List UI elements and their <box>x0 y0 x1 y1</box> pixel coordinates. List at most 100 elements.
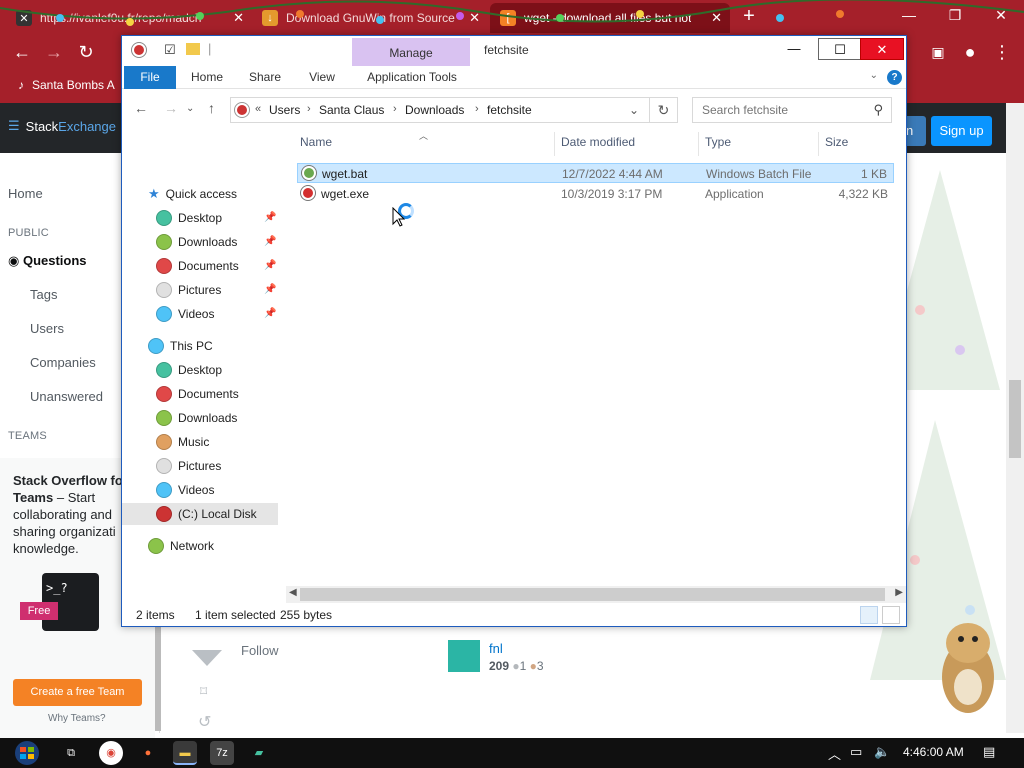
forward-icon[interactable]: → <box>164 100 178 116</box>
tab-ivanlef0u[interactable]: ✕ https://ivanlef0u.fr/repo/madch ✕ <box>6 3 252 33</box>
browser-close-button[interactable]: ✕ <box>978 0 1024 30</box>
tab-home[interactable]: Home <box>182 66 232 89</box>
nav-local-disk[interactable]: (C:) Local Disk <box>122 503 278 525</box>
nav-pc-desktop[interactable]: Desktop <box>156 359 222 381</box>
downvote-icon[interactable] <box>192 650 222 666</box>
column-date-modified[interactable]: Date modified <box>561 135 635 149</box>
close-icon[interactable]: ✕ <box>469 10 480 26</box>
task-view-icon[interactable]: ⧉ <box>59 741 83 765</box>
chevron-down-icon[interactable]: ⌄ <box>870 70 878 81</box>
breadcrumb-users[interactable]: Users <box>269 103 300 117</box>
address-bar[interactable]: « Users › Santa Claus › Downloads › fetc… <box>230 97 650 123</box>
network-tray-icon[interactable]: ▭ <box>850 744 862 760</box>
forward-icon[interactable]: → <box>42 41 66 63</box>
search-icon[interactable]: ⚲ <box>873 102 883 118</box>
signup-button[interactable]: Sign up <box>931 116 992 146</box>
app-icon[interactable] <box>132 43 146 57</box>
nav-pc-videos[interactable]: Videos <box>156 479 214 501</box>
page-scrollbar-thumb[interactable] <box>1009 380 1021 458</box>
nav-unanswered[interactable]: Unanswered <box>30 389 103 404</box>
large-icons-view-icon[interactable] <box>882 606 900 624</box>
search-input[interactable] <box>694 99 862 121</box>
close-icon[interactable]: ✕ <box>711 10 722 26</box>
reload-icon[interactable]: ↻ <box>74 41 98 63</box>
tab-manage[interactable]: Manage <box>352 38 470 66</box>
notepad-icon[interactable]: ▰ <box>247 741 271 765</box>
chrome-icon[interactable]: ◉ <box>99 741 123 765</box>
nav-users[interactable]: Users <box>30 321 64 336</box>
avatar[interactable] <box>448 640 480 672</box>
bookmark-santa-bombs[interactable]: ♪ Santa Bombs A <box>18 78 115 92</box>
column-name[interactable]: Name <box>300 135 332 149</box>
tab-view[interactable]: View <box>298 66 346 89</box>
pin-icon[interactable]: 📌 <box>264 212 276 223</box>
volume-icon[interactable]: 🔈 <box>874 744 890 760</box>
nav-pc-downloads[interactable]: Downloads <box>156 407 237 429</box>
pin-icon[interactable]: 📌 <box>264 284 276 295</box>
nav-qa-documents[interactable]: Documents <box>156 255 239 277</box>
login-button[interactable]: n <box>904 116 926 146</box>
column-divider[interactable] <box>818 132 819 156</box>
chevron-down-icon[interactable]: ⌄ <box>629 103 639 117</box>
nav-qa-downloads[interactable]: Downloads <box>156 231 237 253</box>
horizontal-scrollbar[interactable]: ◀ ▶ <box>286 586 906 603</box>
column-type[interactable]: Type <box>705 135 731 149</box>
properties-icon[interactable]: ☑ <box>164 42 176 58</box>
7zip-icon[interactable]: 7z <box>210 741 234 765</box>
breadcrumb-fetchsite[interactable]: fetchsite <box>487 103 532 117</box>
menu-icon[interactable]: ⋮ <box>990 41 1014 63</box>
create-team-button[interactable]: Create a free Team <box>13 679 142 706</box>
close-icon[interactable]: ✕ <box>233 10 244 26</box>
help-icon[interactable]: ? <box>887 70 902 85</box>
up-icon[interactable]: ↑ <box>208 100 215 116</box>
pin-icon[interactable]: 📌 <box>264 308 276 319</box>
browser-minimize-button[interactable]: — <box>886 0 932 30</box>
nav-quick-access[interactable]: ★ Quick access <box>148 183 237 205</box>
tab-gnuwin[interactable]: ↓ Download GnuWin from Source ✕ <box>252 3 488 33</box>
stackexchange-logo[interactable]: ☰ StackExchange <box>8 118 116 134</box>
maximize-button[interactable]: ☐ <box>818 38 862 60</box>
breadcrumb-santa-claus[interactable]: Santa Claus <box>319 103 384 117</box>
minimize-button[interactable]: — <box>772 38 816 60</box>
system-clock[interactable]: 4:46:00 AM <box>903 745 964 759</box>
tab-wget[interactable]: [ wget - download all files but not ✕ <box>490 3 730 33</box>
scroll-right-icon[interactable]: ▶ <box>895 587 903 598</box>
nav-qa-desktop[interactable]: Desktop <box>156 207 222 229</box>
chevron-right-icon[interactable]: › <box>393 103 397 115</box>
nav-this-pc[interactable]: This PC <box>148 335 213 357</box>
nav-qa-pictures[interactable]: Pictures <box>156 279 221 301</box>
tab-application-tools[interactable]: Application Tools <box>356 66 468 89</box>
history-icon[interactable]: ↺ <box>198 712 211 732</box>
nav-pc-documents[interactable]: Documents <box>156 383 239 405</box>
follow-link[interactable]: Follow <box>241 643 279 658</box>
chevron-right-icon[interactable]: › <box>475 103 479 115</box>
nav-pc-pictures[interactable]: Pictures <box>156 455 221 477</box>
nav-qa-videos[interactable]: Videos <box>156 303 214 325</box>
bookmark-icon[interactable]: ⌑ <box>200 683 207 700</box>
pin-icon[interactable]: 📌 <box>264 260 276 271</box>
new-tab-button[interactable]: + <box>738 5 760 27</box>
chevron-right-icon[interactable]: › <box>307 103 311 115</box>
start-icon[interactable] <box>10 740 44 766</box>
breadcrumb-downloads[interactable]: Downloads <box>405 103 464 117</box>
file-explorer-icon[interactable]: ▬ <box>173 741 197 765</box>
nav-pc-music[interactable]: Music <box>156 431 209 453</box>
column-divider[interactable] <box>554 132 555 156</box>
refresh-button[interactable]: ↻ <box>650 97 678 123</box>
horizontal-scrollbar-thumb[interactable] <box>300 588 885 601</box>
overflow-icon[interactable]: « <box>255 103 261 115</box>
scroll-left-icon[interactable]: ◀ <box>289 587 297 598</box>
recent-locations-icon[interactable]: ⌄ <box>186 103 194 114</box>
file-row-wget-bat[interactable]: wget.bat 12/7/2022 4:44 AM Windows Batch… <box>297 163 894 183</box>
firefox-icon[interactable]: ● <box>136 741 160 765</box>
back-icon[interactable]: ← <box>134 100 148 116</box>
why-teams-link[interactable]: Why Teams? <box>48 713 106 724</box>
tab-file[interactable]: File <box>124 66 176 89</box>
close-button[interactable]: ✕ <box>860 38 904 60</box>
column-size[interactable]: Size <box>825 135 848 149</box>
tab-share[interactable]: Share <box>240 66 290 89</box>
side-panel-icon[interactable]: ▣ <box>926 41 950 63</box>
show-hidden-icons-icon[interactable]: ︿ <box>828 744 841 763</box>
nav-network[interactable]: Network <box>148 535 214 557</box>
browser-restore-button[interactable]: ❐ <box>932 0 978 30</box>
